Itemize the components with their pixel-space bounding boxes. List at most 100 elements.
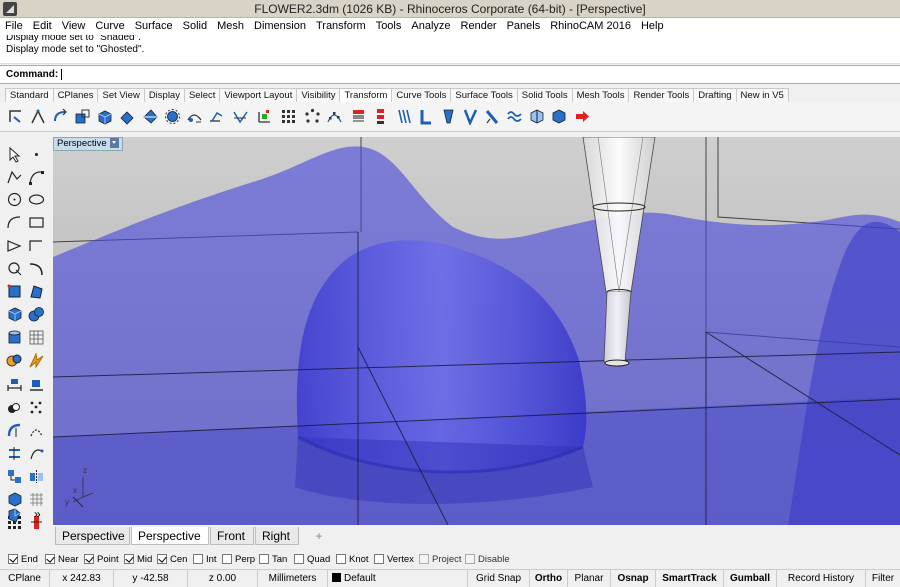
menu-rhinocam[interactable]: RhinoCAM 2016 [545, 18, 636, 35]
tab-surface-tools[interactable]: Surface Tools [450, 88, 518, 102]
smooth-icon[interactable] [506, 108, 523, 125]
point-icon[interactable] [28, 146, 45, 163]
checkbox-icon[interactable] [336, 554, 346, 564]
tab-curve-tools[interactable]: Curve Tools [391, 88, 452, 102]
menu-transform[interactable]: Transform [311, 18, 371, 35]
tab-display[interactable]: Display [143, 88, 185, 102]
osnap-vertex[interactable]: Vertex [374, 553, 414, 566]
text-icon[interactable] [28, 376, 45, 393]
checkbox-icon[interactable] [374, 554, 384, 564]
tab-visibility[interactable]: Visibility [296, 88, 341, 102]
tab-mesh-tools[interactable]: Mesh Tools [571, 88, 630, 102]
checkbox-icon[interactable] [8, 554, 18, 564]
tab-solid-tools[interactable]: Solid Tools [516, 88, 573, 102]
move-icon[interactable] [8, 108, 25, 125]
checkbox-icon[interactable] [419, 554, 429, 564]
checkbox-icon[interactable] [222, 554, 232, 564]
transform-mirror-icon[interactable] [28, 468, 45, 485]
box-icon[interactable] [6, 306, 23, 323]
osnap-near[interactable]: Near [45, 553, 79, 566]
array-polar-icon[interactable] [304, 108, 321, 125]
orient-3pt-icon[interactable] [232, 108, 249, 125]
menu-file[interactable]: File [0, 18, 28, 35]
split-icon[interactable] [6, 399, 23, 416]
circle-icon[interactable] [6, 191, 23, 208]
surface-edge-icon[interactable] [28, 283, 45, 300]
orient-icon[interactable] [208, 108, 225, 125]
chevron-down-icon[interactable] [109, 138, 119, 149]
osnap-end[interactable]: End [8, 553, 38, 566]
ellipse-icon[interactable] [28, 191, 45, 208]
curve-from-object-icon[interactable] [28, 445, 45, 462]
tab-render-tools[interactable]: Render Tools [628, 88, 695, 102]
cage-edit-icon[interactable] [528, 108, 545, 125]
menu-view[interactable]: View [57, 18, 91, 35]
checkbox-icon[interactable] [465, 554, 475, 564]
tab-perspective-1[interactable]: Perspective [55, 527, 130, 545]
tab-select[interactable]: Select [183, 88, 221, 102]
tab-viewport-layout[interactable]: Viewport Layout [219, 88, 298, 102]
arc-icon[interactable] [6, 214, 23, 231]
checkbox-icon[interactable] [157, 554, 167, 564]
checkbox-icon[interactable] [84, 554, 94, 564]
flyout-arrow-icon[interactable] [574, 108, 591, 125]
tab-transform[interactable]: Transform [339, 88, 393, 102]
cylinder-icon[interactable] [6, 329, 23, 346]
offset-curve-icon[interactable] [6, 260, 23, 277]
polygon-icon[interactable] [6, 237, 23, 254]
cage-object-icon[interactable] [550, 108, 567, 125]
osnap-quad[interactable]: Quad [294, 553, 330, 566]
select-arrow-icon[interactable] [6, 146, 23, 163]
rotate-icon[interactable] [52, 108, 69, 125]
align-icon[interactable] [256, 108, 273, 125]
bend-icon[interactable] [418, 108, 435, 125]
trim-icon[interactable] [6, 422, 23, 439]
menu-analyze[interactable]: Analyze [406, 18, 455, 35]
fillet-curve-icon[interactable] [28, 260, 45, 277]
expand-toolbar-icon[interactable]: » [34, 507, 41, 521]
scale-icon[interactable] [74, 108, 91, 125]
record-history-toggle[interactable]: Record History [777, 570, 866, 587]
osnap-perp[interactable]: Perp [222, 553, 255, 566]
perspective-viewport[interactable]: z y x [53, 137, 900, 525]
menu-edit[interactable]: Edit [28, 18, 57, 35]
menu-render[interactable]: Render [456, 18, 502, 35]
ortho-toggle[interactable]: Ortho [530, 570, 568, 587]
copy-icon[interactable] [30, 108, 47, 125]
units-display[interactable]: Millimeters [258, 570, 328, 587]
scale-3d-icon[interactable] [96, 108, 113, 125]
viewport-title[interactable]: Perspective [53, 137, 123, 151]
sphere-icon[interactable] [28, 306, 45, 323]
osnap-project[interactable]: Project [419, 553, 462, 566]
grid-snap-toggle[interactable]: Grid Snap [468, 570, 530, 587]
menu-solid[interactable]: Solid [178, 18, 212, 35]
menu-help[interactable]: Help [636, 18, 669, 35]
gumball-toggle[interactable]: Gumball [724, 570, 777, 587]
tab-right[interactable]: Right [255, 527, 299, 545]
checkbox-icon[interactable] [259, 554, 269, 564]
splop-icon[interactable] [484, 108, 501, 125]
filter-toggle[interactable]: Filter [866, 570, 900, 587]
shear-icon[interactable] [164, 108, 181, 125]
scale-2d-icon[interactable] [118, 108, 135, 125]
twist-icon[interactable] [396, 108, 413, 125]
menu-curve[interactable]: Curve [90, 18, 129, 35]
cplane-icon[interactable] [6, 491, 23, 508]
array-crv-on-srf-icon[interactable] [372, 108, 389, 125]
mesh-icon[interactable] [28, 329, 45, 346]
osnap-toggle[interactable]: Osnap [611, 570, 656, 587]
layer-display[interactable]: Default [328, 570, 468, 587]
tab-new-in-v5[interactable]: New in V5 [735, 88, 789, 102]
tab-standard[interactable]: Standard [5, 88, 54, 102]
tab-set-view[interactable]: Set View [97, 88, 145, 102]
menu-dimension[interactable]: Dimension [249, 18, 311, 35]
osnap-disable[interactable]: Disable [465, 553, 510, 566]
osnap-knot[interactable]: Knot [336, 553, 369, 566]
array-icon[interactable] [280, 108, 297, 125]
command-history[interactable]: Display mode set to "Shaded". Display mo… [0, 35, 900, 64]
flow-icon[interactable] [462, 108, 479, 125]
join-icon[interactable] [28, 422, 45, 439]
planar-toggle[interactable]: Planar [568, 570, 611, 587]
checkbox-icon[interactable] [193, 554, 203, 564]
dimension-icon[interactable] [6, 376, 23, 393]
